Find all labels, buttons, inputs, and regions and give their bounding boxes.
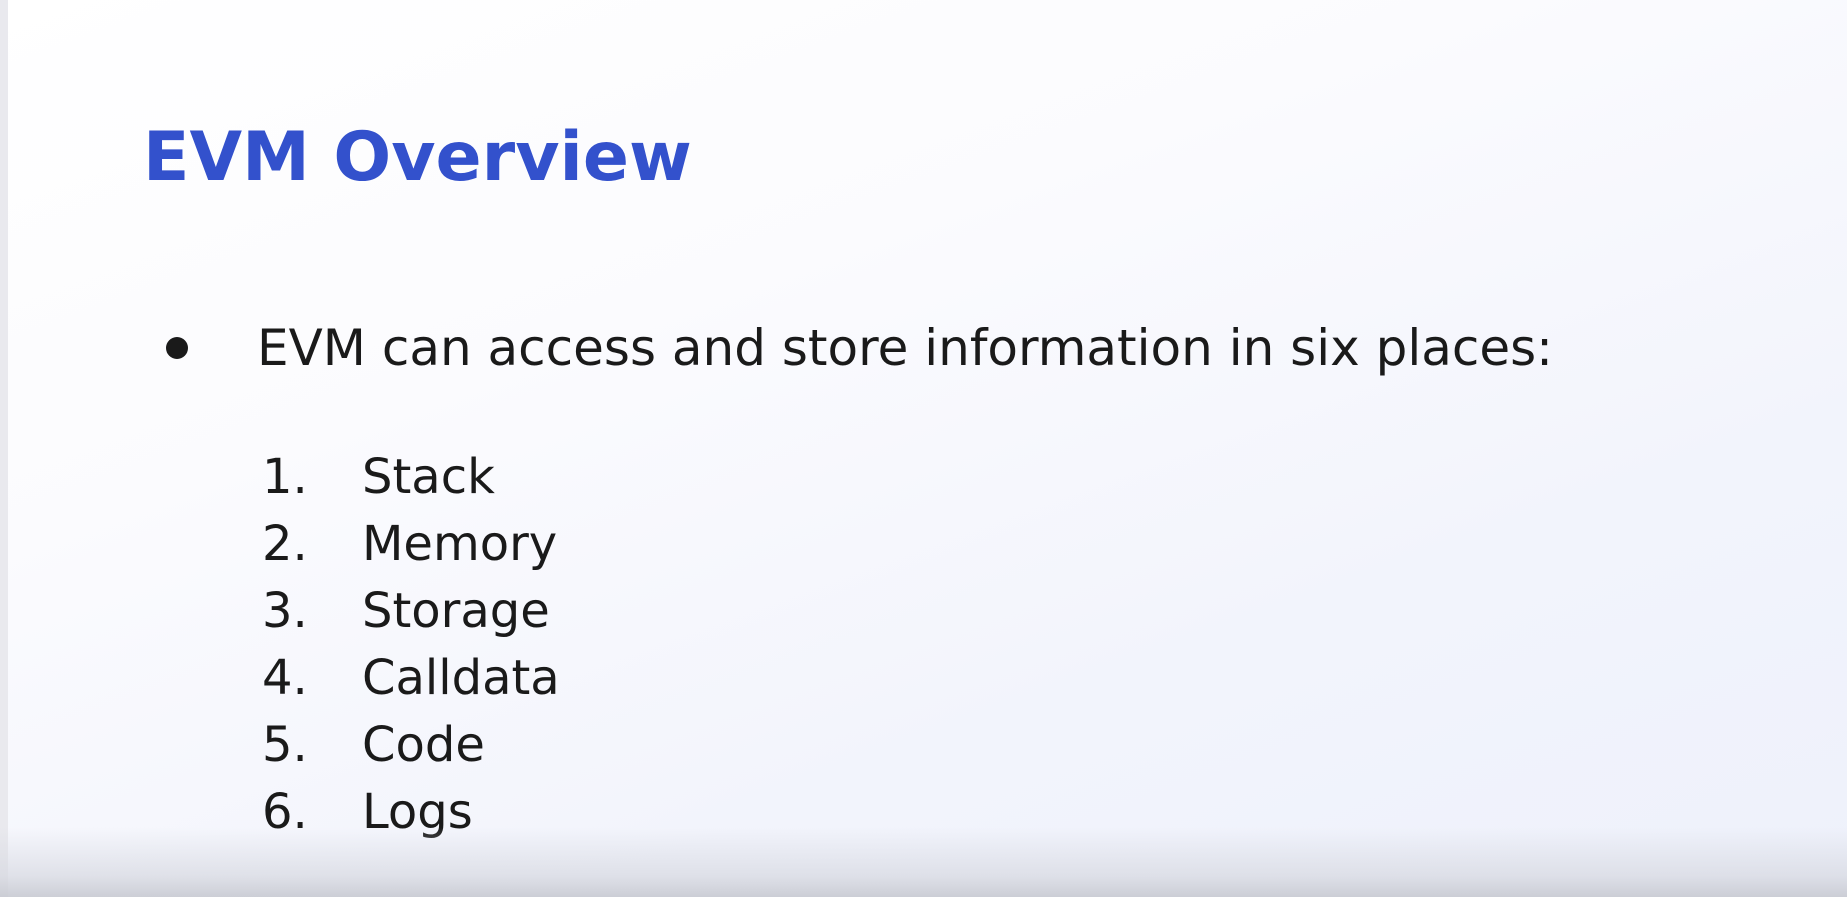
list-item-label: Calldata: [362, 650, 560, 706]
slide: EVM Overview EVM can access and store in…: [0, 0, 1847, 897]
list-item-number: 5.: [262, 717, 308, 773]
list-item-label: Storage: [362, 583, 550, 639]
bullet-dot-icon: [166, 337, 188, 359]
bullet-item: EVM can access and store information in …: [166, 310, 1553, 386]
list-item: 5. Code: [262, 712, 560, 779]
places-list: 1. Stack 2. Memory 3. Storage 4. Calldat…: [262, 444, 560, 846]
list-item-label: Code: [362, 717, 485, 773]
slide-title: EVM Overview: [143, 118, 692, 197]
list-item-label: Memory: [362, 516, 558, 572]
list-item: 4. Calldata: [262, 645, 560, 712]
left-edge-border: [0, 0, 8, 897]
list-item-number: 2.: [262, 516, 308, 572]
list-item-label: Stack: [362, 449, 495, 505]
list-item-number: 3.: [262, 583, 308, 639]
list-item-number: 4.: [262, 650, 308, 706]
list-item: 2. Memory: [262, 511, 560, 578]
list-item: 1. Stack: [262, 444, 560, 511]
list-item: 3. Storage: [262, 578, 560, 645]
bullet-text: EVM can access and store information in …: [257, 319, 1554, 377]
list-item-number: 1.: [262, 449, 308, 505]
bottom-shadow: [0, 827, 1847, 897]
